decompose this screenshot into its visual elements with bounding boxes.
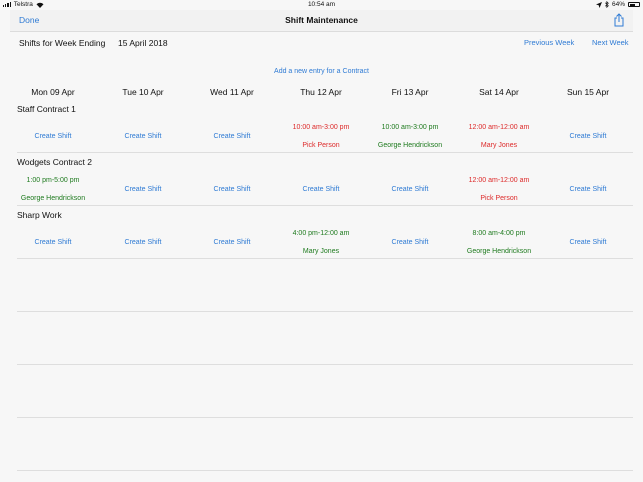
battery-percent: 64%	[611, 1, 625, 8]
contract-name: Sharp Work	[17, 210, 62, 220]
create-shift-button[interactable]: Create Shift	[277, 186, 366, 193]
row-divider	[17, 205, 633, 206]
create-shift-button[interactable]: Create Shift	[366, 239, 455, 246]
day-header: Sat 14 Apr	[479, 87, 519, 97]
shift-person[interactable]: George Hendrickson	[455, 248, 544, 255]
create-shift-button[interactable]: Create Shift	[188, 133, 277, 140]
shift-person[interactable]: George Hendrickson	[366, 142, 455, 149]
create-shift-button[interactable]: Create Shift	[188, 186, 277, 193]
create-shift-button[interactable]: Create Shift	[9, 133, 98, 140]
shift-time[interactable]: 1:00 pm-5:00 pm	[9, 177, 98, 184]
create-shift-button[interactable]: Create Shift	[99, 186, 188, 193]
shift-time[interactable]: 10:00 am-3:00 pm	[277, 124, 366, 131]
row-divider	[17, 470, 633, 471]
day-header: Thu 12 Apr	[300, 87, 342, 97]
row-divider	[17, 417, 633, 418]
shift-person[interactable]: Mary Jones	[455, 142, 544, 149]
day-header: Mon 09 Apr	[31, 87, 75, 97]
day-header: Fri 13 Apr	[391, 87, 429, 97]
create-shift-button[interactable]: Create Shift	[544, 239, 633, 246]
status-time: 10:54 am	[307, 1, 336, 8]
bluetooth-icon	[605, 1, 609, 8]
shift-time[interactable]: 4:00 pm-12:00 am	[277, 230, 366, 237]
create-shift-button[interactable]: Create Shift	[9, 239, 98, 246]
create-shift-button[interactable]: Create Shift	[366, 186, 455, 193]
next-week-button[interactable]: Next Week	[592, 38, 629, 47]
shift-time[interactable]: 12:00 am-12:00 am	[455, 124, 544, 131]
day-header: Sun 15 Apr	[566, 87, 610, 97]
contract-name: Wodgets Contract 2	[17, 157, 92, 167]
location-icon	[595, 1, 602, 8]
create-shift-button[interactable]: Create Shift	[99, 239, 188, 246]
contract-name: Staff Contract 1	[17, 104, 76, 114]
shift-time[interactable]: 10:00 am-3:00 pm	[366, 124, 455, 131]
status-bar: Telstra 10:54 am 64%	[0, 0, 643, 10]
previous-week-button[interactable]: Previous Week	[524, 38, 574, 47]
day-header: Tue 10 Apr	[122, 87, 164, 97]
week-ending-label: Shifts for Week Ending	[19, 38, 106, 48]
create-shift-button[interactable]: Create Shift	[188, 239, 277, 246]
pick-person-button[interactable]: Pick Person	[277, 142, 366, 149]
page-title: Shift Maintenance	[285, 15, 358, 25]
shift-time[interactable]: 12:00 am-12:00 am	[455, 177, 544, 184]
row-divider	[17, 364, 633, 365]
row-divider	[17, 258, 633, 259]
create-shift-button[interactable]: Create Shift	[544, 133, 633, 140]
pick-person-button[interactable]: Pick Person	[455, 195, 544, 202]
row-divider	[17, 152, 633, 153]
share-icon[interactable]	[613, 13, 625, 27]
create-shift-button[interactable]: Create Shift	[544, 186, 633, 193]
row-divider	[17, 311, 633, 312]
day-header: Wed 11 Apr	[210, 87, 254, 97]
week-ending-date: 15 April 2018	[118, 38, 168, 48]
shift-time[interactable]: 8:00 am-4:00 pm	[455, 230, 544, 237]
shift-person[interactable]: George Hendrickson	[9, 195, 98, 202]
add-contract-entry-button[interactable]: Add a new entry for a Contract	[0, 68, 643, 75]
battery-icon	[628, 2, 640, 7]
navigation-bar: Done Shift Maintenance	[10, 10, 633, 32]
shift-person[interactable]: Mary Jones	[277, 248, 366, 255]
create-shift-button[interactable]: Create Shift	[99, 133, 188, 140]
